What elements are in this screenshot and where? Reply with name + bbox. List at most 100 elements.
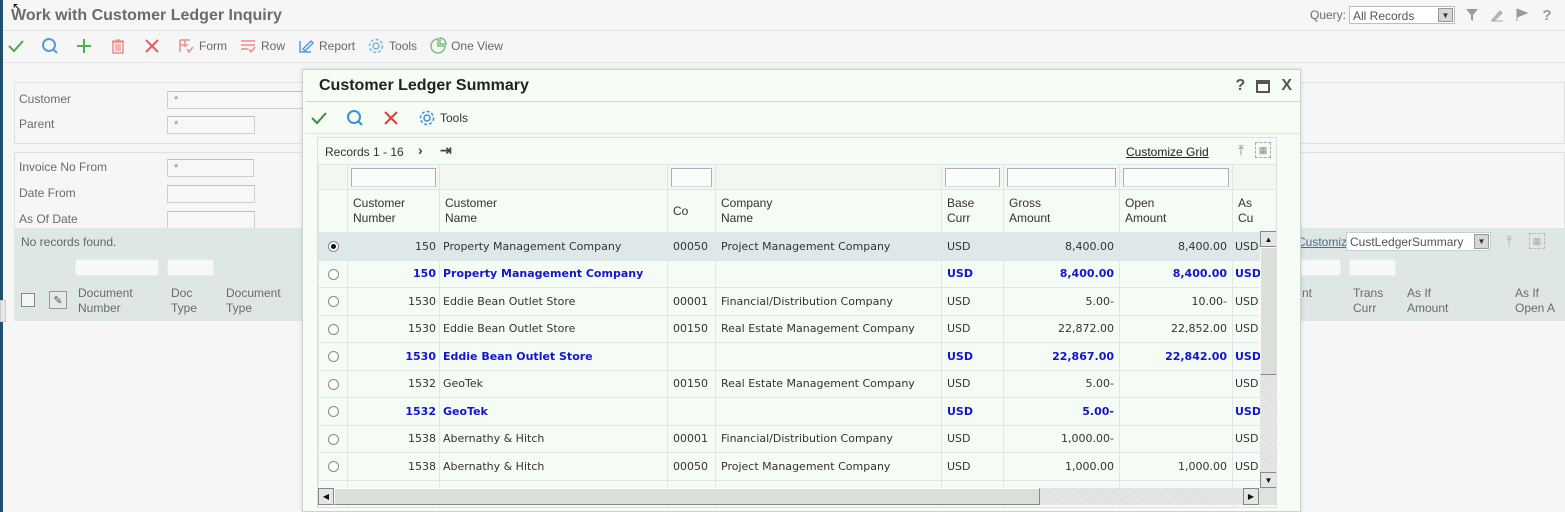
- cell-cust-name: Property Management Company: [439, 232, 668, 261]
- filter-gross-amount[interactable]: [1007, 167, 1116, 187]
- bg-trans-curr-filter[interactable]: [1349, 259, 1396, 276]
- filter-icon[interactable]: [1464, 7, 1480, 23]
- close-icon: [384, 111, 398, 125]
- trash-icon: [112, 39, 124, 54]
- help-icon[interactable]: ?: [1539, 7, 1555, 24]
- edit-query-icon[interactable]: [1489, 7, 1505, 23]
- one-view-button[interactable]: One View: [429, 37, 503, 55]
- cell-base-curr: USD: [941, 287, 1004, 316]
- report-menu-button[interactable]: Report: [297, 37, 355, 55]
- flag-icon[interactable]: [1514, 7, 1530, 23]
- horizontal-scrollbar[interactable]: ◀ ▶: [318, 488, 1260, 505]
- cell-co-name: [715, 259, 942, 288]
- row-select-radio[interactable]: [327, 461, 339, 473]
- content-divider: [3, 62, 1565, 63]
- filter-customer-number[interactable]: [351, 167, 436, 187]
- cell-co: 00150: [667, 369, 716, 398]
- tools-menu-button[interactable]: Tools: [367, 37, 417, 55]
- grid-format-select[interactable]: CustLedgerSummary ▼: [1346, 232, 1491, 251]
- next-page-icon[interactable]: ›: [418, 142, 423, 158]
- add-button[interactable]: [75, 37, 97, 55]
- scroll-up-icon[interactable]: ▲: [1260, 231, 1276, 247]
- as-of-date-input[interactable]: [167, 211, 255, 229]
- date-from-label: Date From: [19, 186, 76, 200]
- expand-grid-icon[interactable]: ▦: [1255, 142, 1271, 158]
- col-trans-curr[interactable]: Trans Curr: [1353, 286, 1383, 316]
- select-all-checkbox[interactable]: [21, 293, 35, 307]
- subtotal-row[interactable]: 1532 GeoTek USD 5.00- USD: [318, 397, 1276, 426]
- subtotal-row[interactable]: 150 Property Management Company USD 8,400.0…: [318, 259, 1276, 288]
- report-label: Report: [319, 39, 356, 53]
- customize-grid-link[interactable]: Customize Grid: [1126, 145, 1209, 159]
- scroll-down-icon[interactable]: ▼: [1260, 472, 1276, 488]
- table-row[interactable]: 1532 GeoTek 00150 Real Estate Management Co…: [318, 369, 1276, 398]
- column-header-as-curr[interactable]: As Cu: [1232, 189, 1276, 233]
- row-select-radio[interactable]: [327, 241, 339, 253]
- scroll-left-icon[interactable]: ◀: [318, 488, 334, 505]
- row-select-radio[interactable]: [327, 351, 339, 363]
- row-select-radio[interactable]: [327, 378, 339, 390]
- dialog-close-button[interactable]: X: [1281, 78, 1292, 94]
- bg-amount-filter[interactable]: [1300, 259, 1341, 276]
- date-from-input[interactable]: [167, 185, 255, 203]
- cell-cust-name: Abernathy & Hitch: [439, 452, 668, 481]
- horizontal-scroll-thumb[interactable]: [334, 488, 1040, 505]
- column-header-base-curr[interactable]: Base Curr: [941, 189, 1004, 233]
- doc-number-filter[interactable]: [75, 259, 159, 276]
- dialog-tools-button[interactable]: Tools: [418, 109, 468, 127]
- invoice-from-input[interactable]: *: [167, 159, 254, 177]
- table-row[interactable]: 1538 Abernathy & Hitch 00001 Financial/Dist…: [318, 424, 1276, 453]
- row-select-radio[interactable]: [327, 406, 339, 418]
- filter-co[interactable]: [671, 167, 712, 187]
- bg-expand-grid-icon[interactable]: ▦: [1529, 233, 1545, 249]
- last-page-icon[interactable]: ⇥: [440, 142, 452, 159]
- row-select-radio[interactable]: [327, 296, 339, 308]
- column-header-cust-name[interactable]: Customer Name: [439, 189, 668, 233]
- export-icon[interactable]: ⤒: [1232, 141, 1250, 159]
- col-document-number[interactable]: Document Number: [78, 286, 133, 316]
- col-doc-type[interactable]: Doc Type: [171, 286, 197, 316]
- vertical-scrollbar[interactable]: ▲ ▼: [1260, 231, 1276, 488]
- attachment-icon[interactable]: ✎: [49, 291, 67, 309]
- table-row[interactable]: 1530 Eddie Bean Outlet Store 00001 Financia…: [318, 287, 1276, 316]
- vertical-scroll-thumb[interactable]: [1260, 247, 1276, 375]
- bg-export-icon[interactable]: ⤒: [1506, 233, 1512, 250]
- dialog-close-toolbar-button[interactable]: [382, 109, 404, 127]
- delete-button[interactable]: [109, 37, 131, 55]
- column-header-gross[interactable]: Gross Amount: [1003, 189, 1120, 233]
- sidebar-toggle-handle[interactable]: [0, 300, 6, 322]
- row-select-radio[interactable]: [327, 323, 339, 335]
- col-amount-partial[interactable]: nt: [1302, 286, 1312, 301]
- subtotal-row[interactable]: 1530 Eddie Bean Outlet Store USD 22,867.00 2…: [318, 342, 1276, 371]
- column-header-co-name[interactable]: Company Name: [715, 189, 942, 233]
- doc-type-filter[interactable]: [167, 259, 214, 276]
- scroll-right-icon[interactable]: ▶: [1243, 488, 1259, 505]
- cell-cust-no: 1538: [347, 424, 440, 453]
- filter-base-curr[interactable]: [945, 167, 1000, 187]
- parent-input[interactable]: *: [167, 116, 255, 134]
- find-button[interactable]: [41, 37, 63, 55]
- table-row[interactable]: 1530 Eddie Bean Outlet Store 00150 Real Est…: [318, 314, 1276, 343]
- form-menu-button[interactable]: Form: [177, 37, 227, 55]
- dialog-find-button[interactable]: [346, 109, 368, 127]
- cell-co-name: [715, 342, 942, 371]
- row-select-radio[interactable]: [327, 433, 339, 445]
- column-header-open[interactable]: Open Amount: [1119, 189, 1233, 233]
- row-select-radio[interactable]: [327, 268, 339, 280]
- col-as-if-amount[interactable]: As If Amount: [1407, 286, 1448, 316]
- row-menu-button[interactable]: Row: [239, 37, 285, 55]
- table-row[interactable]: 150 Property Management Company 00050 Proje…: [318, 232, 1276, 261]
- table-row[interactable]: 1538 Abernathy & Hitch 00050 Project Manage…: [318, 452, 1276, 481]
- col-document-type[interactable]: Document Type: [226, 286, 281, 316]
- select-button[interactable]: [7, 37, 29, 55]
- query-select[interactable]: All Records ▼: [1349, 6, 1455, 24]
- maximize-icon[interactable]: [1256, 79, 1271, 93]
- column-header-co[interactable]: Co: [667, 189, 716, 233]
- filter-open-amount[interactable]: [1123, 167, 1229, 187]
- close-button[interactable]: [143, 37, 165, 55]
- customer-input[interactable]: *: [167, 91, 307, 109]
- column-header-cust-no[interactable]: Customer Number: [347, 189, 440, 233]
- dialog-select-button[interactable]: [310, 109, 332, 127]
- col-as-if-open-amount[interactable]: As If Open A: [1515, 286, 1555, 316]
- dialog-help-button[interactable]: ?: [1236, 78, 1246, 94]
